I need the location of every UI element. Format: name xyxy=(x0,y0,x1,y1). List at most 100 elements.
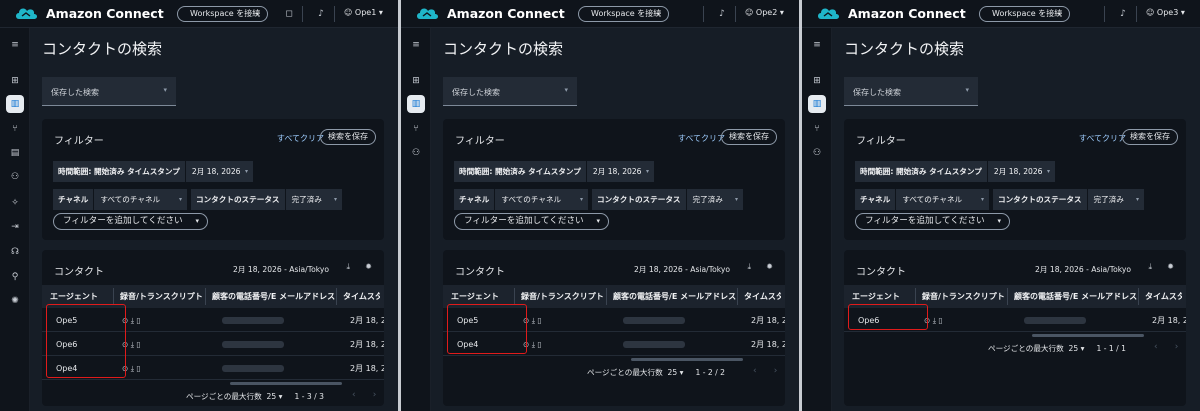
transcript-icon[interactable]: ▯ xyxy=(938,316,942,325)
saved-search-select[interactable]: 保存した検索 ▾ xyxy=(42,77,176,106)
download-icon[interactable]: ⤓ xyxy=(131,316,134,325)
clear-all-link[interactable]: すべてクリア xyxy=(678,133,725,144)
notification-bell-icon[interactable]: ♪ xyxy=(314,7,328,21)
headset-icon[interactable]: ☊ xyxy=(6,243,24,261)
save-search-button[interactable]: 検索を保存 xyxy=(721,129,777,145)
menu-icon[interactable]: ≡ xyxy=(407,36,425,54)
column-divider[interactable] xyxy=(113,288,114,305)
channel-filter[interactable]: チャネル すべてのチャネル ▾ xyxy=(855,189,989,210)
download-icon[interactable]: ⤓ xyxy=(346,262,350,272)
column-header-3[interactable]: タイムスタンプ xyxy=(740,285,781,308)
channel-filter[interactable]: チャネル すべてのチャネル ▾ xyxy=(454,189,588,210)
column-header-3[interactable]: タイムスタンプ xyxy=(1141,285,1182,308)
add-filter-button[interactable]: フィルターを追加してください ▾ xyxy=(855,213,1010,230)
dashboard-icon[interactable]: ⊞ xyxy=(808,72,826,90)
notification-bell-icon[interactable]: ♪ xyxy=(1116,7,1130,21)
horizontal-scrollbar[interactable] xyxy=(230,382,342,385)
page-size-select[interactable]: 25 ▾ xyxy=(267,392,283,401)
routing-icon[interactable]: ⑂ xyxy=(6,120,24,138)
queue-icon[interactable]: ⇥ xyxy=(6,218,24,236)
agent-icon[interactable]: ⚲ xyxy=(6,268,24,286)
transcript-icon[interactable]: ▯ xyxy=(537,316,541,325)
download-icon[interactable]: ⤓ xyxy=(1148,262,1152,272)
time-range-filter[interactable]: 時間範囲: 開始済み タイムスタンプ 2月 18, 2026 ▾ xyxy=(454,161,654,182)
contact-status-filter[interactable]: コンタクトのステータス 完了済み ▾ xyxy=(191,189,342,210)
column-divider[interactable] xyxy=(1138,288,1139,305)
page-size-select[interactable]: 25 ▾ xyxy=(1069,344,1085,353)
bot-icon[interactable]: ✧ xyxy=(6,194,24,212)
transcript-icon[interactable]: ▯ xyxy=(136,316,140,325)
horizontal-scrollbar[interactable] xyxy=(631,358,743,361)
routing-icon[interactable]: ⑂ xyxy=(808,120,826,138)
contact-status-filter[interactable]: コンタクトのステータス 完了済み ▾ xyxy=(592,189,743,210)
download-icon[interactable]: ⤓ xyxy=(131,364,134,373)
contact-status-filter[interactable]: コンタクトのステータス 完了済み ▾ xyxy=(993,189,1144,210)
column-header-2[interactable]: 顧客の電話番号/E メールアドレス xyxy=(1010,285,1137,308)
previous-page-icon[interactable]: ‹ xyxy=(1154,342,1158,352)
column-divider[interactable] xyxy=(915,288,916,305)
saved-search-select[interactable]: 保存した検索 ▾ xyxy=(844,77,978,106)
integration-icon[interactable]: ✺ xyxy=(6,292,24,310)
next-page-icon[interactable]: › xyxy=(774,366,778,376)
time-range-filter[interactable]: 時間範囲: 開始済み タイムスタンプ 2月 18, 2026 ▾ xyxy=(53,161,253,182)
connect-workspace-button[interactable]: Workspace を接続 ▾ xyxy=(979,6,1070,22)
column-divider[interactable] xyxy=(336,288,337,305)
next-page-icon[interactable]: › xyxy=(373,390,377,400)
menu-icon[interactable]: ≡ xyxy=(6,36,24,54)
settings-icon[interactable]: ✹ xyxy=(365,262,372,271)
page-size-select[interactable]: 25 ▾ xyxy=(668,368,684,377)
users-icon[interactable]: ⚇ xyxy=(808,144,826,162)
download-icon[interactable]: ⤓ xyxy=(532,316,535,325)
download-icon[interactable]: ⤓ xyxy=(532,340,535,349)
column-header-3[interactable]: タイムスタンプ xyxy=(339,285,380,308)
next-page-icon[interactable]: › xyxy=(1175,342,1179,352)
contact-control-panel-icon[interactable]: ▤ xyxy=(6,144,24,162)
column-header-1[interactable]: 録音/トランスクリプト xyxy=(918,285,1006,308)
column-divider[interactable] xyxy=(514,288,515,305)
connect-workspace-button[interactable]: Workspace を接続 ▾ xyxy=(177,6,268,22)
download-icon[interactable]: ⤓ xyxy=(747,262,751,272)
download-icon[interactable]: ⤓ xyxy=(131,340,134,349)
save-search-button[interactable]: 検索を保存 xyxy=(320,129,376,145)
column-header-1[interactable]: 録音/トランスクリプト xyxy=(116,285,204,308)
user-menu[interactable]: ☺ Ope2 ▾ xyxy=(745,8,784,17)
dashboard-icon[interactable]: ⊞ xyxy=(6,72,24,90)
save-search-button[interactable]: 検索を保存 xyxy=(1122,129,1178,145)
analytics-icon[interactable]: ▥ xyxy=(407,95,425,113)
notification-bell-icon[interactable]: ♪ xyxy=(715,7,729,21)
grid-icon[interactable]: ◻ xyxy=(282,7,296,21)
settings-icon[interactable]: ✹ xyxy=(766,262,773,271)
previous-page-icon[interactable]: ‹ xyxy=(753,366,757,376)
user-menu[interactable]: ☺ Ope3 ▾ xyxy=(1146,8,1185,17)
column-header-2[interactable]: 顧客の電話番号/E メールアドレス xyxy=(609,285,736,308)
transcript-icon[interactable]: ▯ xyxy=(136,340,140,349)
users-icon[interactable]: ⚇ xyxy=(6,168,24,186)
column-divider[interactable] xyxy=(606,288,607,305)
column-header-1[interactable]: 録音/トランスクリプト xyxy=(517,285,605,308)
menu-icon[interactable]: ≡ xyxy=(808,36,826,54)
horizontal-scrollbar[interactable] xyxy=(1032,334,1144,337)
column-divider[interactable] xyxy=(737,288,738,305)
user-menu[interactable]: ☺ Ope1 ▾ xyxy=(344,8,383,17)
analytics-icon[interactable]: ▥ xyxy=(808,95,826,113)
channel-filter[interactable]: チャネル すべてのチャネル ▾ xyxy=(53,189,187,210)
column-header-2[interactable]: 顧客の電話番号/E メールアドレス xyxy=(208,285,335,308)
column-divider[interactable] xyxy=(205,288,206,305)
previous-page-icon[interactable]: ‹ xyxy=(352,390,356,400)
dashboard-icon[interactable]: ⊞ xyxy=(407,72,425,90)
time-range-filter[interactable]: 時間範囲: 開始済み タイムスタンプ 2月 18, 2026 ▾ xyxy=(855,161,1055,182)
routing-icon[interactable]: ⑂ xyxy=(407,120,425,138)
transcript-icon[interactable]: ▯ xyxy=(136,364,140,373)
connect-workspace-button[interactable]: Workspace を接続 ▾ xyxy=(578,6,669,22)
transcript-icon[interactable]: ▯ xyxy=(537,340,541,349)
saved-search-select[interactable]: 保存した検索 ▾ xyxy=(443,77,577,106)
users-icon[interactable]: ⚇ xyxy=(407,144,425,162)
settings-icon[interactable]: ✹ xyxy=(1167,262,1174,271)
add-filter-button[interactable]: フィルターを追加してください ▾ xyxy=(53,213,208,230)
analytics-icon[interactable]: ▥ xyxy=(6,95,24,113)
download-icon[interactable]: ⤓ xyxy=(933,316,936,325)
clear-all-link[interactable]: すべてクリア xyxy=(277,133,324,144)
clear-all-link[interactable]: すべてクリア xyxy=(1079,133,1126,144)
add-filter-button[interactable]: フィルターを追加してください ▾ xyxy=(454,213,609,230)
column-divider[interactable] xyxy=(1007,288,1008,305)
